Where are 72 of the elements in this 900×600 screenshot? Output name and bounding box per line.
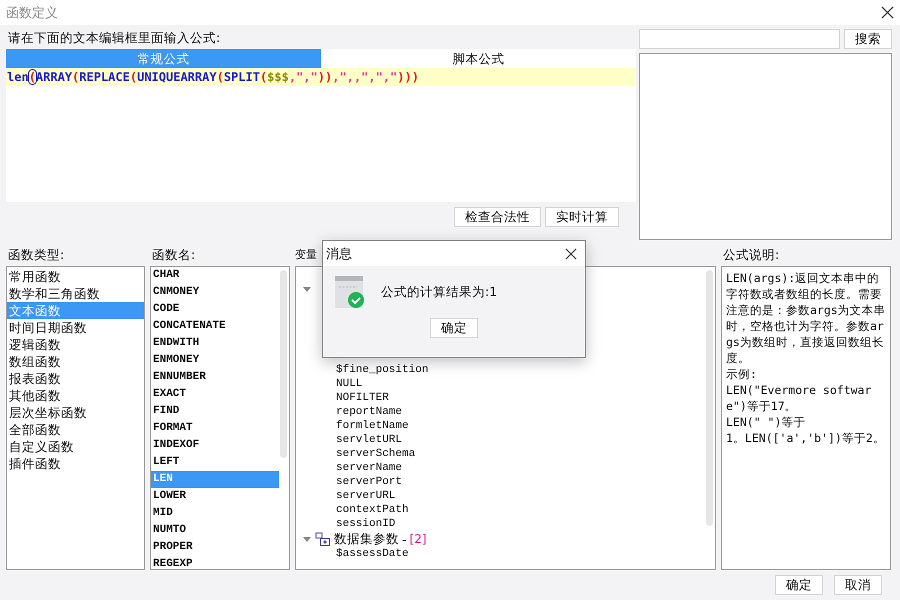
- scrollbar[interactable]: [280, 270, 287, 458]
- tree-item[interactable]: $fine_position: [302, 363, 715, 377]
- tree-item[interactable]: servletURL: [302, 433, 715, 447]
- dataset-icon: [315, 532, 331, 546]
- function-type-item[interactable]: 时间日期函数: [7, 319, 144, 336]
- tree-item[interactable]: serverPort: [302, 475, 715, 489]
- tree-item[interactable]: NULL: [302, 377, 715, 391]
- tree-item[interactable]: $assessDate: [302, 547, 715, 561]
- tree-item[interactable]: contextPath: [302, 503, 715, 517]
- panel-label: 变量: [295, 247, 317, 263]
- function-name-item[interactable]: ENMONEY: [151, 352, 279, 369]
- close-icon[interactable]: [881, 6, 894, 19]
- function-name-item[interactable]: ENDWITH: [151, 335, 279, 352]
- tree-group-label[interactable]: 数据集参数: [334, 530, 399, 548]
- function-type-item[interactable]: 层次坐标函数: [7, 404, 144, 421]
- success-document-icon: [335, 276, 365, 308]
- function-name-item[interactable]: CONCATENATE: [151, 318, 279, 335]
- check-validity-button[interactable]: 检查合法性: [454, 207, 541, 227]
- cancel-button[interactable]: 取消: [834, 575, 882, 595]
- description-text: LEN("Evermore software")等于17。: [726, 382, 872, 414]
- function-type-item[interactable]: 插件函数: [7, 455, 144, 472]
- description-text: LEN(" ")等于: [726, 414, 806, 430]
- function-name-item[interactable]: LEFT: [151, 454, 279, 471]
- panel-label: 函数类型:: [7, 246, 64, 264]
- function-type-item[interactable]: 全部函数: [7, 421, 144, 438]
- tree-item[interactable]: sessionID: [302, 517, 715, 531]
- function-name-item[interactable]: PROPER: [151, 539, 279, 556]
- tree-item[interactable]: serverURL: [302, 489, 715, 503]
- scrollbar[interactable]: [706, 270, 713, 526]
- function-type-item[interactable]: 自定义函数: [7, 438, 144, 455]
- description-text: 示例:: [726, 366, 758, 382]
- function-name-item[interactable]: EXACT: [151, 386, 279, 403]
- function-type-item[interactable]: 其他函数: [7, 387, 144, 404]
- function-type-item[interactable]: 逻辑函数: [7, 336, 144, 353]
- search-button[interactable]: 搜索: [844, 29, 892, 49]
- function-name-item[interactable]: CNMONEY: [151, 284, 279, 301]
- function-name-item[interactable]: CHAR: [151, 267, 279, 284]
- function-name-item[interactable]: CODE: [151, 301, 279, 318]
- description-text: LEN(args):返回文本串中的字符数或者数组的长度。需要注意的是：参数args为文本串时，空格也计为字符。参数args为数组时，直接返回数组长度。: [726, 270, 886, 366]
- tree-item[interactable]: serverSchema: [302, 447, 715, 461]
- function-type-item[interactable]: 数组函数: [7, 353, 144, 370]
- function-name-item[interactable]: FORMAT: [151, 420, 279, 437]
- function-type-item[interactable]: 数学和三角函数: [7, 285, 144, 302]
- tree-item[interactable]: formletName: [302, 419, 715, 433]
- function-name-item[interactable]: LOWER: [151, 488, 279, 505]
- function-name-item[interactable]: ENNUMBER: [151, 369, 279, 386]
- dialog-ok-button[interactable]: 确定: [430, 318, 478, 338]
- panel-label: 公式说明:: [722, 246, 780, 264]
- function-name-item[interactable]: REGEXP: [151, 556, 279, 569]
- function-name-item[interactable]: INDEXOF: [151, 437, 279, 454]
- function-name-item[interactable]: MID: [151, 505, 279, 522]
- ok-button[interactable]: 确定: [775, 575, 823, 595]
- tree-item[interactable]: serverName: [302, 461, 715, 475]
- dialog-title: 消息: [326, 246, 352, 262]
- description-text: 1。LEN(['a','b'])等于2。: [726, 430, 886, 446]
- group-count: [2]: [410, 532, 427, 546]
- tree-item[interactable]: NOFILTER: [302, 391, 715, 405]
- tree-item[interactable]: reportName: [302, 405, 715, 419]
- close-icon[interactable]: [565, 248, 577, 260]
- window-title: 函数定义: [6, 4, 58, 22]
- prompt-label: 请在下面的文本编辑框里面输入公式:: [7, 29, 220, 47]
- search-field[interactable]: [639, 29, 840, 49]
- result-message: 公式的计算结果为:1: [381, 284, 498, 300]
- dash-text: -: [402, 532, 407, 546]
- expanded-arrow-icon[interactable]: [302, 285, 312, 293]
- function-name-item[interactable]: FIND: [151, 403, 279, 420]
- function-type-item[interactable]: 常用函数: [7, 268, 144, 285]
- function-name-item[interactable]: NUMTO: [151, 522, 279, 539]
- function-type-item[interactable]: 报表函数: [7, 370, 144, 387]
- panel-label: 函数名:: [151, 246, 196, 264]
- calculate-button[interactable]: 实时计算: [545, 207, 619, 227]
- expanded-arrow-icon[interactable]: [302, 535, 312, 543]
